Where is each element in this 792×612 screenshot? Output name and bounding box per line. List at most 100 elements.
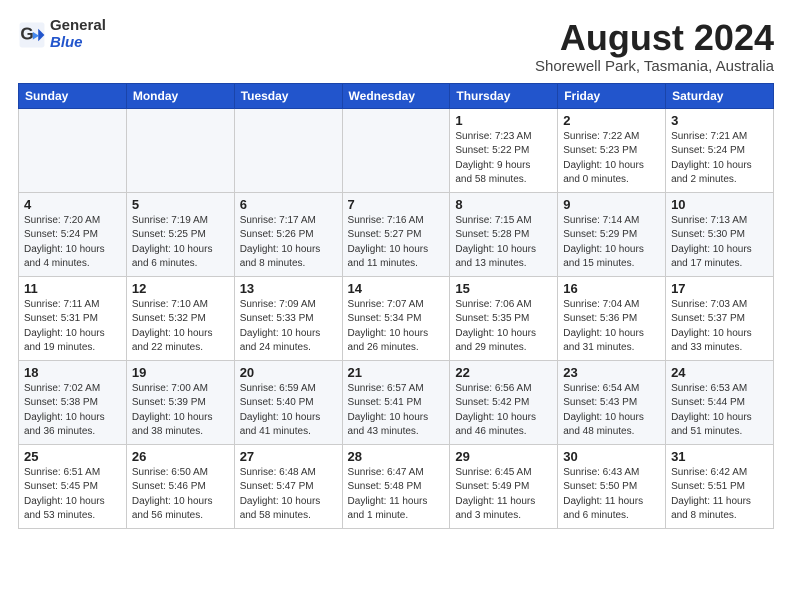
day-number: 10 — [671, 197, 768, 212]
day-info: Sunrise: 7:10 AMSunset: 5:32 PMDaylight:… — [132, 298, 229, 356]
day-info: Sunrise: 6:53 AMSunset: 5:44 PMDaylight:… — [671, 382, 768, 440]
day-number: 11 — [24, 281, 121, 296]
calendar-cell: 9 Sunrise: 7:14 AMSunset: 5:29 PMDaylight… — [558, 192, 666, 276]
week-row-5: 25 Sunrise: 6:51 AMSunset: 5:45 PMDayligh… — [19, 444, 774, 528]
day-info: Sunrise: 7:16 AMSunset: 5:27 PMDaylight:… — [348, 214, 445, 272]
day-number: 3 — [671, 113, 768, 128]
week-row-2: 4 Sunrise: 7:20 AMSunset: 5:24 PMDaylight… — [19, 192, 774, 276]
day-info: Sunrise: 6:54 AMSunset: 5:43 PMDaylight:… — [563, 382, 660, 440]
day-info: Sunrise: 6:45 AMSunset: 5:49 PMDaylight:… — [455, 466, 552, 524]
page: G General Blue August 2024 Shorewell Par… — [0, 0, 792, 612]
day-info: Sunrise: 6:59 AMSunset: 5:40 PMDaylight:… — [240, 382, 337, 440]
weekday-header-wednesday: Wednesday — [342, 83, 450, 108]
logo-blue: Blue — [50, 34, 83, 51]
day-info: Sunrise: 7:02 AMSunset: 5:38 PMDaylight:… — [24, 382, 121, 440]
day-number: 4 — [24, 197, 121, 212]
day-number: 9 — [563, 197, 660, 212]
day-info: Sunrise: 7:00 AMSunset: 5:39 PMDaylight:… — [132, 382, 229, 440]
calendar-cell: 19 Sunrise: 7:00 AMSunset: 5:39 PMDayligh… — [126, 360, 234, 444]
day-info: Sunrise: 7:22 AMSunset: 5:23 PMDaylight:… — [563, 130, 660, 188]
subtitle: Shorewell Park, Tasmania, Australia — [535, 58, 774, 75]
day-info: Sunrise: 6:43 AMSunset: 5:50 PMDaylight:… — [563, 466, 660, 524]
calendar-cell: 22Sunrise: 6:56 AMSunset: 5:42 PMDayligh… — [450, 360, 558, 444]
day-number: 25 — [24, 449, 121, 464]
day-number: 16 — [563, 281, 660, 296]
week-row-3: 11 Sunrise: 7:11 AMSunset: 5:31 PMDayligh… — [19, 276, 774, 360]
day-number: 27 — [240, 449, 337, 464]
calendar-cell: 23 Sunrise: 6:54 AMSunset: 5:43 PMDayligh… — [558, 360, 666, 444]
logo-icon: G — [18, 21, 46, 49]
calendar-cell: 16 Sunrise: 7:04 AMSunset: 5:36 PMDayligh… — [558, 276, 666, 360]
day-info: Sunrise: 7:06 AMSunset: 5:35 PMDaylight:… — [455, 298, 552, 356]
weekday-header-row: SundayMondayTuesdayWednesdayThursdayFrid… — [19, 83, 774, 108]
calendar-cell: 5 Sunrise: 7:19 AMSunset: 5:25 PMDaylight… — [126, 192, 234, 276]
logo-general: General — [50, 17, 106, 34]
day-info: Sunrise: 7:15 AMSunset: 5:28 PMDaylight:… — [455, 214, 552, 272]
day-number: 5 — [132, 197, 229, 212]
day-info: Sunrise: 7:03 AMSunset: 5:37 PMDaylight:… — [671, 298, 768, 356]
calendar-cell: 20Sunrise: 6:59 AMSunset: 5:40 PMDayligh… — [234, 360, 342, 444]
weekday-header-saturday: Saturday — [666, 83, 774, 108]
calendar-cell: 8Sunrise: 7:15 AMSunset: 5:28 PMDaylight… — [450, 192, 558, 276]
calendar-cell: 24 Sunrise: 6:53 AMSunset: 5:44 PMDayligh… — [666, 360, 774, 444]
day-info: Sunrise: 6:47 AMSunset: 5:48 PMDaylight:… — [348, 466, 445, 524]
day-number: 30 — [563, 449, 660, 464]
day-number: 29 — [455, 449, 552, 464]
day-number: 21 — [348, 365, 445, 380]
day-number: 23 — [563, 365, 660, 380]
calendar-cell: 30 Sunrise: 6:43 AMSunset: 5:50 PMDayligh… — [558, 444, 666, 528]
day-info: Sunrise: 7:13 AMSunset: 5:30 PMDaylight:… — [671, 214, 768, 272]
calendar-cell: 15 Sunrise: 7:06 AMSunset: 5:35 PMDayligh… — [450, 276, 558, 360]
calendar-cell: 4 Sunrise: 7:20 AMSunset: 5:24 PMDaylight… — [19, 192, 127, 276]
calendar-cell: 31Sunrise: 6:42 AMSunset: 5:51 PMDayligh… — [666, 444, 774, 528]
title-block: August 2024 Shorewell Park, Tasmania, Au… — [535, 18, 774, 75]
day-info: Sunrise: 6:57 AMSunset: 5:41 PMDaylight:… — [348, 382, 445, 440]
calendar-cell: 12 Sunrise: 7:10 AMSunset: 5:32 PMDayligh… — [126, 276, 234, 360]
calendar-cell: 28 Sunrise: 6:47 AMSunset: 5:48 PMDayligh… — [342, 444, 450, 528]
week-row-4: 18Sunrise: 7:02 AMSunset: 5:38 PMDayligh… — [19, 360, 774, 444]
day-number: 14 — [348, 281, 445, 296]
calendar-cell: 10 Sunrise: 7:13 AMSunset: 5:30 PMDayligh… — [666, 192, 774, 276]
calendar-cell — [234, 108, 342, 192]
day-info: Sunrise: 6:56 AMSunset: 5:42 PMDaylight:… — [455, 382, 552, 440]
main-title: August 2024 — [535, 18, 774, 58]
calendar-cell: 29 Sunrise: 6:45 AMSunset: 5:49 PMDayligh… — [450, 444, 558, 528]
day-info: Sunrise: 7:20 AMSunset: 5:24 PMDaylight:… — [24, 214, 121, 272]
day-number: 26 — [132, 449, 229, 464]
day-info: Sunrise: 7:09 AMSunset: 5:33 PMDaylight:… — [240, 298, 337, 356]
day-info: Sunrise: 7:23 AMSunset: 5:22 PMDaylight:… — [455, 130, 552, 188]
week-row-1: 1Sunrise: 7:23 AMSunset: 5:22 PMDaylight… — [19, 108, 774, 192]
day-info: Sunrise: 7:14 AMSunset: 5:29 PMDaylight:… — [563, 214, 660, 272]
day-info: Sunrise: 7:04 AMSunset: 5:36 PMDaylight:… — [563, 298, 660, 356]
day-number: 28 — [348, 449, 445, 464]
day-number: 13 — [240, 281, 337, 296]
calendar-cell: 7Sunrise: 7:16 AMSunset: 5:27 PMDaylight… — [342, 192, 450, 276]
calendar-cell: 27Sunrise: 6:48 AMSunset: 5:47 PMDayligh… — [234, 444, 342, 528]
day-info: Sunrise: 6:51 AMSunset: 5:45 PMDaylight:… — [24, 466, 121, 524]
day-info: Sunrise: 7:11 AMSunset: 5:31 PMDaylight:… — [24, 298, 121, 356]
weekday-header-sunday: Sunday — [19, 83, 127, 108]
calendar-cell — [342, 108, 450, 192]
day-number: 15 — [455, 281, 552, 296]
calendar-cell: 17Sunrise: 7:03 AMSunset: 5:37 PMDayligh… — [666, 276, 774, 360]
calendar-cell: 6Sunrise: 7:17 AMSunset: 5:26 PMDaylight… — [234, 192, 342, 276]
calendar-cell: 13 Sunrise: 7:09 AMSunset: 5:33 PMDayligh… — [234, 276, 342, 360]
calendar-cell — [126, 108, 234, 192]
day-number: 2 — [563, 113, 660, 128]
calendar-cell: 21 Sunrise: 6:57 AMSunset: 5:41 PMDayligh… — [342, 360, 450, 444]
day-info: Sunrise: 6:50 AMSunset: 5:46 PMDaylight:… — [132, 466, 229, 524]
day-number: 19 — [132, 365, 229, 380]
day-number: 12 — [132, 281, 229, 296]
weekday-header-tuesday: Tuesday — [234, 83, 342, 108]
day-info: Sunrise: 7:07 AMSunset: 5:34 PMDaylight:… — [348, 298, 445, 356]
header: G General Blue August 2024 Shorewell Par… — [18, 18, 774, 75]
calendar-cell: 18Sunrise: 7:02 AMSunset: 5:38 PMDayligh… — [19, 360, 127, 444]
day-info: Sunrise: 7:19 AMSunset: 5:25 PMDaylight:… — [132, 214, 229, 272]
calendar-cell: 25 Sunrise: 6:51 AMSunset: 5:45 PMDayligh… — [19, 444, 127, 528]
day-number: 24 — [671, 365, 768, 380]
weekday-header-thursday: Thursday — [450, 83, 558, 108]
weekday-header-monday: Monday — [126, 83, 234, 108]
weekday-header-friday: Friday — [558, 83, 666, 108]
day-number: 6 — [240, 197, 337, 212]
calendar-cell: 11 Sunrise: 7:11 AMSunset: 5:31 PMDayligh… — [19, 276, 127, 360]
